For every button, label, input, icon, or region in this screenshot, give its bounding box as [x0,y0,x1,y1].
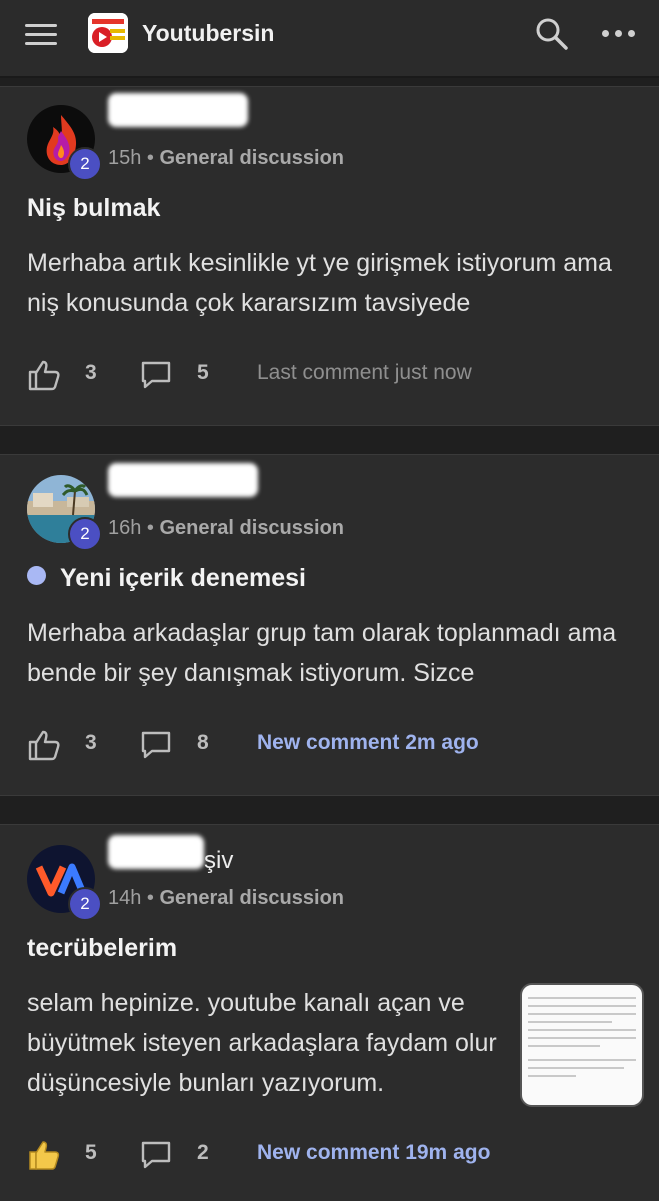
level-badge: 2 [68,887,102,921]
unread-indicator [27,566,46,585]
more-options-icon[interactable] [602,30,636,40]
author-name-visible-part[interactable]: şiv [204,847,233,875]
like-count: 3 [85,361,97,384]
last-comment-status: Last comment just now [257,361,472,384]
post-meta: 16h • General discussion [108,517,345,539]
menu-icon[interactable] [25,24,57,46]
level-badge: 2 [68,517,102,551]
app-title: Youtubersin [142,20,275,46]
post-category[interactable]: General discussion [160,887,345,909]
post-category[interactable]: General discussion [160,147,345,169]
top-app-bar: Youtubersin [0,0,659,78]
post-actions: 3 5 Last comment just now [27,355,647,395]
post-title[interactable]: Yeni içerik denemesi [27,564,306,593]
post-actions: 5 2 New comment 19m ago [27,1135,647,1175]
post-title-text: Yeni içerik denemesi [60,564,306,592]
like-count: 5 [85,1141,97,1164]
post-title[interactable]: Niş bulmak [27,194,160,223]
post-body[interactable]: selam hepinize. youtube kanalı açan ve b… [27,983,507,1103]
post-time: 15h [108,147,142,169]
author-name-redacted [108,835,204,869]
author-name-redacted [108,463,258,497]
like-button[interactable]: 3 [27,355,117,395]
comment-count: 8 [197,731,209,754]
author-name-redacted [108,93,248,127]
comment-count: 2 [197,1141,209,1164]
post-category[interactable]: General discussion [160,517,345,539]
post-body[interactable]: Merhaba artık kesinlikle yt ye girişmek … [27,243,627,323]
like-button[interactable]: 3 [27,725,117,765]
comment-count: 5 [197,361,209,384]
post-time: 14h [108,887,142,909]
post-body[interactable]: Merhaba arkadaşlar grup tam olarak topla… [27,613,627,693]
post-card[interactable]: 2 15h • General discussion Niş bulmak Me… [0,86,659,426]
new-comment-link[interactable]: New comment 19m ago [257,1141,490,1165]
post-meta: 14h • General discussion [108,887,345,909]
app-logo [88,13,128,53]
comment-icon [141,731,171,759]
search-icon[interactable] [534,16,570,52]
thumbs-up-filled-icon [29,1141,60,1170]
post-actions: 3 8 New comment 2m ago [27,725,647,765]
comment-icon [141,361,171,389]
post-time: 16h [108,517,142,539]
post-title[interactable]: tecrübelerim [27,934,177,963]
comment-button[interactable]: 5 [139,355,229,395]
post-card[interactable]: 2 şiv 14h • General discussion tecrübele… [0,824,659,1201]
like-count: 3 [85,731,97,754]
comment-icon [141,1141,171,1169]
comment-button[interactable]: 8 [139,725,229,765]
post-meta: 15h • General discussion [108,147,345,169]
thumbs-up-icon [28,360,60,391]
level-badge: 2 [68,147,102,181]
like-button[interactable]: 5 [27,1135,117,1175]
comment-button[interactable]: 2 [139,1135,229,1175]
thumbs-up-icon [28,730,60,761]
new-comment-link[interactable]: New comment 2m ago [257,731,479,755]
post-image-thumbnail[interactable] [520,983,644,1107]
post-card[interactable]: 2 16h • General discussion Yeni içerik d… [0,454,659,796]
